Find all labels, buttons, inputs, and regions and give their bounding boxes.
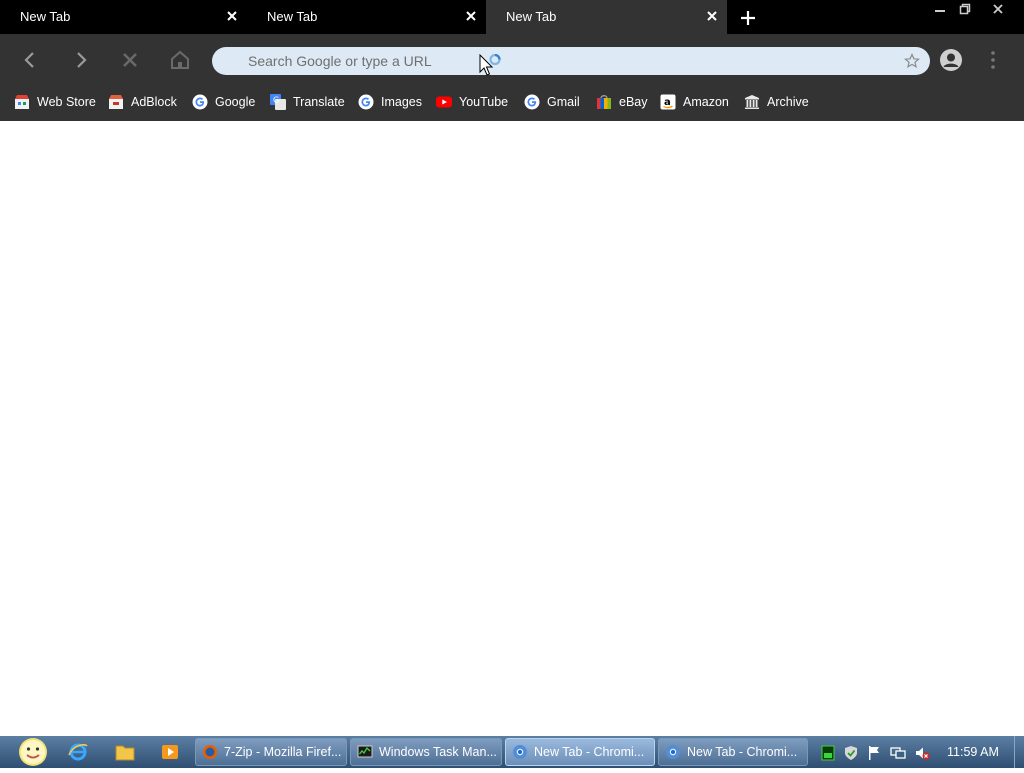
amazon-icon: a [660, 94, 676, 110]
start-orb-icon [19, 738, 47, 766]
system-tray: 11:59 AM [812, 736, 1024, 768]
google-icon [192, 94, 208, 110]
back-button[interactable] [18, 48, 42, 72]
start-button[interactable] [6, 736, 48, 768]
busy-cursor-icon [479, 53, 509, 80]
close-icon [993, 4, 1003, 14]
menu-button[interactable] [981, 48, 1005, 72]
chevron-right-icon [77, 52, 87, 68]
bookmark-label: AdBlock [131, 95, 177, 109]
firefox-icon [203, 745, 217, 759]
taskbar-item-chromium-2[interactable]: New Tab - Chromi... [658, 738, 808, 766]
bookmark-adblock[interactable]: AdBlock [108, 86, 177, 118]
taskbar-item-task-manager[interactable]: Windows Task Man... [350, 738, 502, 766]
bookmark-archive[interactable]: Archive [744, 86, 809, 118]
bookmark-label: Images [381, 95, 422, 109]
bookmark-ebay[interactable]: eBay [596, 86, 648, 118]
google-icon [358, 94, 374, 110]
bookmark-label: YouTube [459, 95, 509, 109]
chromium-icon [666, 745, 680, 759]
minimize-button[interactable] [928, 0, 952, 18]
tab-strip: New Tab New Tab New Tab [0, 0, 1024, 34]
tab-title: New Tab [20, 9, 71, 24]
bookmark-google[interactable]: Google [192, 86, 255, 118]
youtube-icon [436, 94, 452, 110]
web-store-icon [14, 94, 30, 110]
chromium-icon [513, 745, 527, 759]
taskbar-item-firefox[interactable]: 7-Zip - Mozilla Firef... [195, 738, 347, 766]
tab-title: New Tab [506, 9, 557, 24]
bookmark-label: Gmail [547, 95, 580, 109]
taskbar-item-label: New Tab - Chromi... [534, 745, 645, 759]
ebay-icon [596, 94, 612, 110]
resource-monitor-icon[interactable] [820, 745, 836, 761]
bookmark-label: eBay [619, 95, 648, 109]
bookmark-images[interactable]: Images [358, 86, 422, 118]
translate-icon: G [270, 94, 286, 110]
new-tab-button[interactable] [737, 7, 759, 29]
google-icon [524, 94, 540, 110]
archive-icon [744, 94, 760, 110]
bookmark-amazon[interactable]: a Amazon [660, 86, 729, 118]
tab-new-tab-1[interactable]: New Tab [0, 0, 247, 34]
forward-button[interactable] [69, 48, 93, 72]
plus-icon [741, 11, 755, 25]
taskbar-item-label: New Tab - Chromi... [687, 745, 798, 759]
clock[interactable]: 11:59 AM [947, 745, 999, 759]
tab-new-tab-2[interactable]: New Tab [247, 0, 486, 34]
restore-icon [959, 3, 971, 15]
bookmark-label: Web Store [37, 95, 96, 109]
tab-title: New Tab [267, 9, 318, 24]
taskbar-item-label: Windows Task Man... [379, 745, 497, 759]
bookmark-youtube[interactable]: YouTube [436, 86, 508, 118]
close-icon[interactable] [225, 9, 239, 23]
svg-text:G: G [273, 96, 279, 105]
restore-button[interactable] [953, 0, 977, 18]
toolbar [0, 34, 1024, 86]
window-close-button[interactable] [981, 0, 1015, 18]
taskbar-item-label: 7-Zip - Mozilla Firef... [224, 745, 342, 759]
bookmark-label: Amazon [683, 95, 729, 109]
security-shield-icon[interactable] [843, 745, 859, 761]
home-icon [171, 50, 189, 69]
star-icon[interactable] [904, 53, 920, 69]
bookmark-translate[interactable]: G Translate [270, 86, 345, 118]
bookmark-label: Google [215, 95, 256, 109]
svg-text:a: a [664, 97, 671, 108]
show-desktop-button[interactable] [1014, 736, 1024, 768]
avatar-icon [940, 49, 962, 71]
omnibox[interactable] [212, 47, 930, 75]
close-icon[interactable] [464, 9, 478, 23]
media-player-icon[interactable] [160, 743, 180, 761]
adblock-icon [108, 94, 124, 110]
home-button[interactable] [168, 48, 192, 72]
taskbar: 7-Zip - Mozilla Firef... Windows Task Ma… [0, 736, 1024, 768]
flag-icon[interactable] [866, 745, 882, 761]
bookmark-label: Archive [767, 95, 809, 109]
bookmark-gmail[interactable]: Gmail [524, 86, 580, 118]
kebab-menu-icon [991, 51, 995, 69]
close-icon[interactable] [705, 9, 719, 23]
bookmark-label: Translate [293, 95, 345, 109]
network-icon[interactable] [890, 745, 906, 761]
task-manager-icon [357, 745, 373, 758]
minimize-icon [935, 10, 945, 12]
page-content [0, 121, 1024, 736]
chevron-left-icon [24, 52, 34, 68]
internet-explorer-icon[interactable] [68, 743, 88, 761]
volume-muted-icon[interactable] [914, 745, 930, 761]
profile-button[interactable] [939, 48, 963, 72]
stop-button[interactable] [118, 48, 142, 72]
folder-icon[interactable] [115, 743, 135, 761]
bookmarks-bar: Web Store AdBlock Google G Translate Ima… [0, 86, 1024, 121]
bookmark-web-store[interactable]: Web Store [14, 86, 96, 118]
omnibox-input[interactable] [246, 50, 866, 72]
close-icon [123, 53, 137, 67]
taskbar-item-chromium-1[interactable]: New Tab - Chromi... [505, 738, 655, 766]
tab-new-tab-3[interactable]: New Tab [486, 0, 727, 34]
